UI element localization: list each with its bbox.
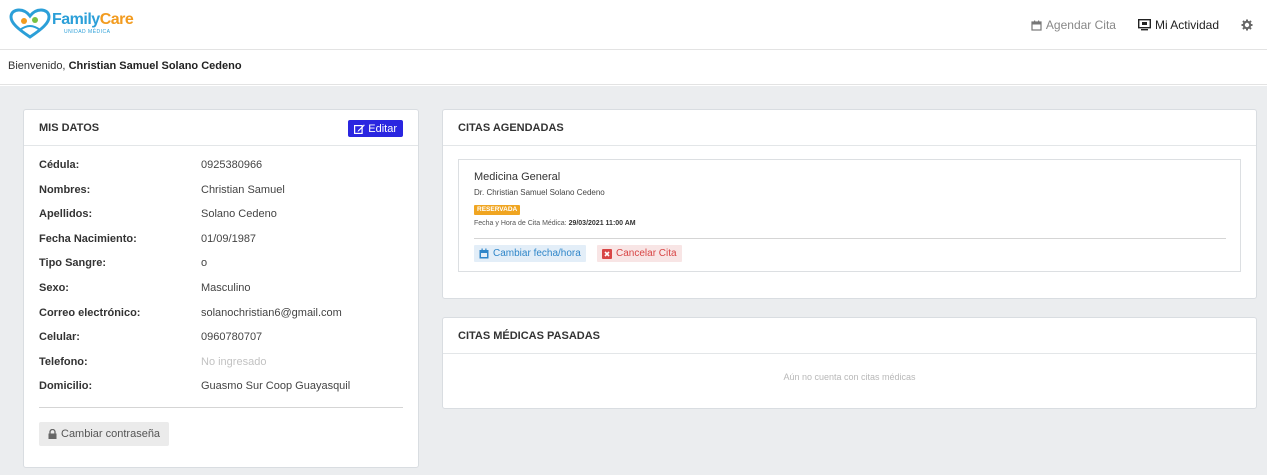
change-datetime-label: Cambiar fecha/hora [493,248,581,259]
user-data-label: Sexo: [39,282,69,294]
calendar-icon [1031,20,1042,31]
appointment-date-value: 29/03/2021 11:00 AM [568,220,636,227]
user-data-value: solanochristian6@gmail.com [201,307,342,319]
user-data-value: Guasmo Sur Coop Guayasquil [201,380,351,392]
mi-actividad-label: Mi Actividad [1154,18,1219,32]
change-datetime-button[interactable]: Cambiar fecha/hora [474,245,586,262]
change-password-button[interactable]: Cambiar contraseña [39,422,170,446]
user-data-value: No ingresado [201,356,267,368]
user-data-value: o [201,257,208,269]
edit-button[interactable]: Editar [348,120,403,137]
user-data-value: 0960780707 [201,331,263,343]
change-password-label: Cambiar contraseña [61,428,161,440]
agendar-cita-label: Agendar Cita [1045,18,1116,32]
citas-agendadas-title: CITAS AGENDADAS [458,121,564,134]
appointment-date-label: Fecha y Hora de Cita Médica: [474,220,567,227]
user-data-row: Domicilio: Guasmo Sur Coop Guayasquil [39,380,399,394]
heart-hands-logo [9,8,51,39]
brand-logo[interactable]: FamilyCare UNIDAD MÉDICA [8,8,134,42]
status-badge: RESERVADA [474,205,521,215]
cancel-appointment-label: Cancelar Cita [616,248,677,259]
user-data-label: Correo electrónico: [39,307,141,319]
appointment-date: Fecha y Hora de Cita Médica: 29/03/2021 … [474,220,636,227]
user-data-label: Domicilio: [39,380,93,392]
edit-icon [354,124,366,134]
citas-pasadas-header: CITAS MÉDICAS PASADAS [443,318,1256,354]
user-data-row: Apellidos: Solano Cedeno [39,208,399,222]
user-data-value: 0925380966 [201,159,263,171]
user-data-value: 01/09/1987 [201,233,257,245]
welcome-bar: Bienvenido, Christian Samuel Solano Cede… [0,50,1267,85]
cancel-appointment-button[interactable]: Cancelar Cita [597,245,682,262]
user-data-label: Tipo Sangre: [39,257,107,269]
appointment-doctor: Dr. Christian Samuel Solano Cedeno [474,188,605,197]
mis-datos-card: MIS DATOS Editar Cédula: 0925380966 Nombre… [23,109,419,468]
user-data-row: Cédula: 0925380966 [39,159,399,173]
lock-icon [48,429,57,439]
user-data-value: Masculino [201,282,251,294]
user-data-label: Fecha Nacimiento: [39,233,137,245]
user-data-row: Sexo: Masculino [39,282,399,296]
user-data-row: Fecha Nacimiento: 01/09/1987 [39,233,399,247]
user-data-label: Nombres: [39,184,91,196]
empty-state-message: Aún no cuenta con citas médicas [783,372,916,382]
edit-button-label: Editar [368,122,397,135]
welcome-prefix: Bienvenido, [8,60,66,72]
user-data-label: Cédula: [39,159,80,171]
brand-subtitle: UNIDAD MÉDICA [64,29,111,35]
top-navbar: FamilyCare UNIDAD MÉDICA Agendar Cita Mi… [0,0,1267,50]
citas-pasadas-title: CITAS MÉDICAS PASADAS [458,329,600,342]
user-data-label: Celular: [39,331,80,343]
user-data-row: Nombres: Christian Samuel [39,184,399,198]
mi-actividad-link[interactable]: Mi Actividad [1137,18,1219,32]
user-data-label: Telefono: [39,356,88,368]
welcome-user-name: Christian Samuel Solano Cedeno [68,60,242,72]
calendar-edit-icon [479,248,489,259]
appointment-divider [474,238,1226,239]
mis-datos-header: MIS DATOS Editar [24,110,418,146]
monitor-icon [1137,19,1151,31]
agendar-cita-link[interactable]: Agendar Cita [1031,18,1116,32]
gear-icon[interactable] [1241,19,1253,31]
appointment-specialty: Medicina General [474,171,561,183]
citas-agendadas-header: CITAS AGENDADAS [443,110,1256,146]
mis-datos-title: MIS DATOS [39,121,100,134]
user-data-row: Tipo Sangre: o [39,257,399,271]
appointment-item: Medicina General Dr. Christian Samuel So… [458,159,1241,272]
citas-agendadas-card: CITAS AGENDADAS Medicina General Dr. Chr… [442,109,1257,299]
user-data-value: Solano Cedeno [201,208,277,220]
user-data-row: Celular: 0960780707 [39,331,399,345]
user-data-label: Apellidos: [39,208,93,220]
user-data-row: Telefono: No ingresado [39,356,399,370]
user-data-row: Correo electrónico: solanochristian6@gmai… [39,307,399,321]
brand-name: FamilyCare [52,11,134,28]
mis-datos-divider [39,407,403,408]
close-square-icon [602,248,612,259]
user-data-value: Christian Samuel [201,184,285,196]
citas-pasadas-card: CITAS MÉDICAS PASADAS Aún no cuenta con … [442,317,1257,409]
